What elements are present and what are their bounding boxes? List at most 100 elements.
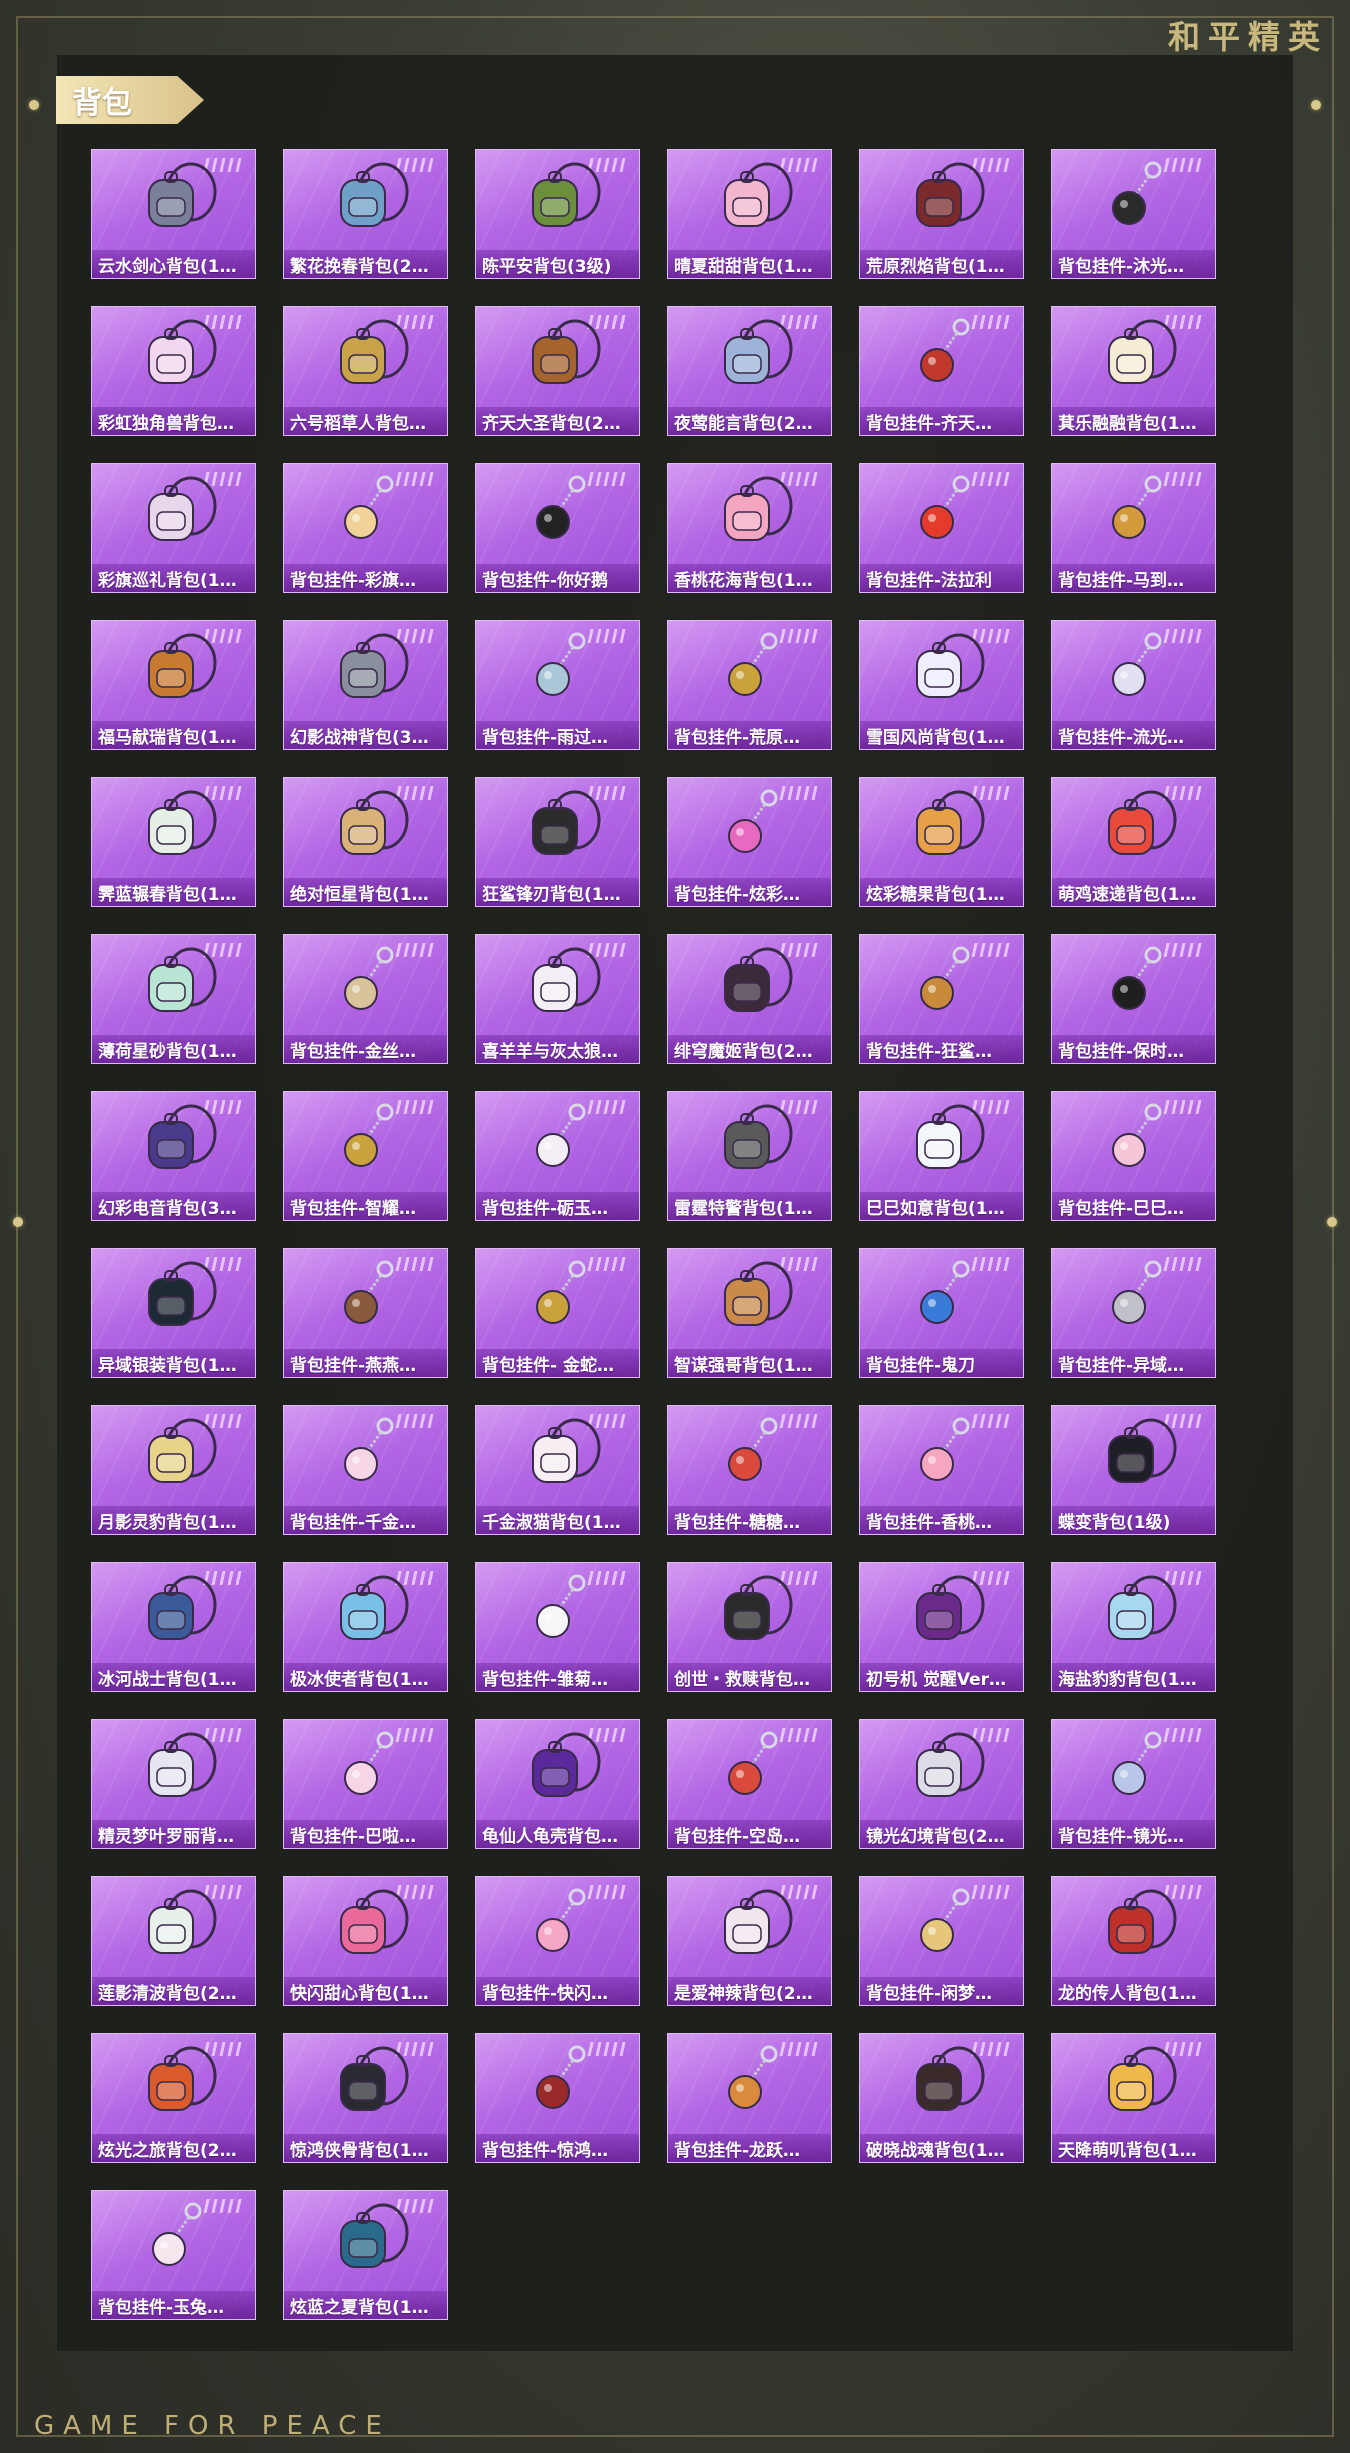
item-card[interactable]: 镜光幻境背包(2… bbox=[859, 1719, 1024, 1849]
item-card[interactable]: 背包挂件-玉兔… bbox=[91, 2190, 256, 2320]
item-card[interactable]: 六号稻草人背包… bbox=[283, 306, 448, 436]
item-card[interactable]: 背包挂件-马到… bbox=[1051, 463, 1216, 593]
backpack-icon bbox=[119, 786, 229, 866]
item-card[interactable]: 晴夏甜甜背包(1… bbox=[667, 149, 832, 279]
item-card[interactable]: 巳巳如意背包(1… bbox=[859, 1091, 1024, 1221]
item-card[interactable]: 炫蓝之夏背包(1… bbox=[283, 2190, 448, 2320]
item-card[interactable]: 背包挂件-空岛… bbox=[667, 1719, 832, 1849]
item-card[interactable]: 龟仙人龟壳背包… bbox=[475, 1719, 640, 1849]
item-card[interactable]: 萁乐融融背包(1… bbox=[1051, 306, 1216, 436]
item-card[interactable]: 背包挂件-沐光… bbox=[1051, 149, 1216, 279]
item-card[interactable]: 背包挂件-保时… bbox=[1051, 934, 1216, 1064]
item-card[interactable]: 破晓战魂背包(1… bbox=[859, 2033, 1024, 2163]
item-card[interactable]: 初号机 觉醒Ver… bbox=[859, 1562, 1024, 1692]
item-card[interactable]: 冰河战士背包(1… bbox=[91, 1562, 256, 1692]
item-card[interactable]: 月影灵豹背包(1… bbox=[91, 1405, 256, 1535]
item-label: 背包挂件-荒原… bbox=[674, 727, 801, 748]
item-card[interactable]: 背包挂件-龙跃… bbox=[667, 2033, 832, 2163]
item-card[interactable]: 智谋强哥背包(1… bbox=[667, 1248, 832, 1378]
item-label-bar: 齐天大圣背包(2… bbox=[476, 407, 639, 435]
item-card[interactable]: 背包挂件-快闪… bbox=[475, 1876, 640, 2006]
item-card[interactable]: 背包挂件-荒原… bbox=[667, 620, 832, 750]
item-card[interactable]: 莲影清波背包(2… bbox=[91, 1876, 256, 2006]
item-card[interactable]: 背包挂件-齐天… bbox=[859, 306, 1024, 436]
item-card[interactable]: 背包挂件-砺玉… bbox=[475, 1091, 640, 1221]
item-card[interactable]: 背包挂件-巴啦… bbox=[283, 1719, 448, 1849]
backpack-icon bbox=[119, 315, 229, 395]
item-card[interactable]: 香桃花海背包(1… bbox=[667, 463, 832, 593]
item-label: 背包挂件-保时… bbox=[1058, 1041, 1185, 1062]
item-card[interactable]: 炫彩糖果背包(1… bbox=[859, 777, 1024, 907]
item-card[interactable]: 彩虹独角兽背包… bbox=[91, 306, 256, 436]
item-card[interactable]: 繁花挽春背包(2… bbox=[283, 149, 448, 279]
item-label: 背包挂件-沐光… bbox=[1058, 256, 1185, 277]
item-card[interactable]: 霁蓝辗春背包(1… bbox=[91, 777, 256, 907]
item-card[interactable]: 极冰使者背包(1… bbox=[283, 1562, 448, 1692]
item-card[interactable]: 幻影战神背包(3… bbox=[283, 620, 448, 750]
item-card[interactable]: 创世・救赎背包… bbox=[667, 1562, 832, 1692]
item-card[interactable]: 背包挂件-雏菊… bbox=[475, 1562, 640, 1692]
item-card[interactable]: 萌鸡速递背包(1… bbox=[1051, 777, 1216, 907]
item-card[interactable]: 背包挂件-炫彩… bbox=[667, 777, 832, 907]
item-label-bar: 背包挂件-流光… bbox=[1052, 721, 1215, 749]
item-card[interactable]: 薄荷星砂背包(1… bbox=[91, 934, 256, 1064]
item-card[interactable]: 背包挂件-惊鸿… bbox=[475, 2033, 640, 2163]
item-label-bar: 雷霆特警背包(1… bbox=[668, 1192, 831, 1220]
item-card[interactable]: 夜莺能言背包(2… bbox=[667, 306, 832, 436]
charm-icon bbox=[503, 1571, 613, 1651]
item-card[interactable]: 背包挂件-雨过… bbox=[475, 620, 640, 750]
item-card[interactable]: 背包挂件-巳巳… bbox=[1051, 1091, 1216, 1221]
item-card[interactable]: 云水剑心背包(1… bbox=[91, 149, 256, 279]
frame-ornament-dot bbox=[13, 1217, 23, 1227]
item-card[interactable]: 齐天大圣背包(2… bbox=[475, 306, 640, 436]
item-card[interactable]: 喜羊羊与灰太狼… bbox=[475, 934, 640, 1064]
item-card[interactable]: 陈平安背包(3级) bbox=[475, 149, 640, 279]
item-label: 霁蓝辗春背包(1… bbox=[98, 884, 237, 905]
item-card[interactable]: 天降萌叽背包(1… bbox=[1051, 2033, 1216, 2163]
item-card[interactable]: 背包挂件-法拉利 bbox=[859, 463, 1024, 593]
item-card[interactable]: 海盐豹豹背包(1… bbox=[1051, 1562, 1216, 1692]
item-card[interactable]: 背包挂件-狂鲨… bbox=[859, 934, 1024, 1064]
item-card[interactable]: 背包挂件-镜光… bbox=[1051, 1719, 1216, 1849]
item-card[interactable]: 绝对恒星背包(1… bbox=[283, 777, 448, 907]
item-label: 夜莺能言背包(2… bbox=[674, 413, 813, 434]
item-card[interactable]: 背包挂件-千金… bbox=[283, 1405, 448, 1535]
item-card[interactable]: 背包挂件-糖糖… bbox=[667, 1405, 832, 1535]
item-card[interactable]: 背包挂件-流光… bbox=[1051, 620, 1216, 750]
item-card[interactable]: 背包挂件-金丝… bbox=[283, 934, 448, 1064]
item-card[interactable]: 狂鲨锋刃背包(1… bbox=[475, 777, 640, 907]
backpack-icon bbox=[119, 943, 229, 1023]
item-card[interactable]: 绯穹魔姬背包(2… bbox=[667, 934, 832, 1064]
item-label: 是爱神辣背包(2… bbox=[674, 1983, 813, 2004]
item-label-bar: 是爱神辣背包(2… bbox=[668, 1977, 831, 2005]
item-card[interactable]: 背包挂件-你好鹅 bbox=[475, 463, 640, 593]
backpack-icon bbox=[695, 1257, 805, 1337]
item-card[interactable]: 背包挂件-燕燕… bbox=[283, 1248, 448, 1378]
item-card[interactable]: 炫光之旅背包(2… bbox=[91, 2033, 256, 2163]
item-card[interactable]: 龙的传人背包(1… bbox=[1051, 1876, 1216, 2006]
item-card[interactable]: 千金淑猫背包(1… bbox=[475, 1405, 640, 1535]
item-card[interactable]: 精灵梦叶罗丽背… bbox=[91, 1719, 256, 1849]
item-card[interactable]: 雷霆特警背包(1… bbox=[667, 1091, 832, 1221]
item-label: 繁花挽春背包(2… bbox=[290, 256, 429, 277]
item-card[interactable]: 惊鸿侠骨背包(1… bbox=[283, 2033, 448, 2163]
item-card[interactable]: 背包挂件- 金蛇… bbox=[475, 1248, 640, 1378]
item-card[interactable]: 彩旗巡礼背包(1… bbox=[91, 463, 256, 593]
backpack-icon bbox=[503, 1728, 613, 1808]
item-card[interactable]: 荒原烈焰背包(1… bbox=[859, 149, 1024, 279]
item-card[interactable]: 福马献瑞背包(1… bbox=[91, 620, 256, 750]
backpack-icon bbox=[887, 629, 997, 709]
item-card[interactable]: 背包挂件-香桃… bbox=[859, 1405, 1024, 1535]
item-card[interactable]: 异域银装背包(1… bbox=[91, 1248, 256, 1378]
item-card[interactable]: 背包挂件-彩旗… bbox=[283, 463, 448, 593]
item-card[interactable]: 快闪甜心背包(1… bbox=[283, 1876, 448, 2006]
item-card[interactable]: 是爱神辣背包(2… bbox=[667, 1876, 832, 2006]
item-card[interactable]: 背包挂件-闲梦… bbox=[859, 1876, 1024, 2006]
item-card[interactable]: 背包挂件-鬼刀 bbox=[859, 1248, 1024, 1378]
item-card[interactable]: 幻彩电音背包(3… bbox=[91, 1091, 256, 1221]
item-card[interactable]: 背包挂件-智耀… bbox=[283, 1091, 448, 1221]
backpack-icon bbox=[503, 1414, 613, 1494]
item-card[interactable]: 雪国风尚背包(1… bbox=[859, 620, 1024, 750]
item-card[interactable]: 背包挂件-异域… bbox=[1051, 1248, 1216, 1378]
item-card[interactable]: 蝶变背包(1级) bbox=[1051, 1405, 1216, 1535]
